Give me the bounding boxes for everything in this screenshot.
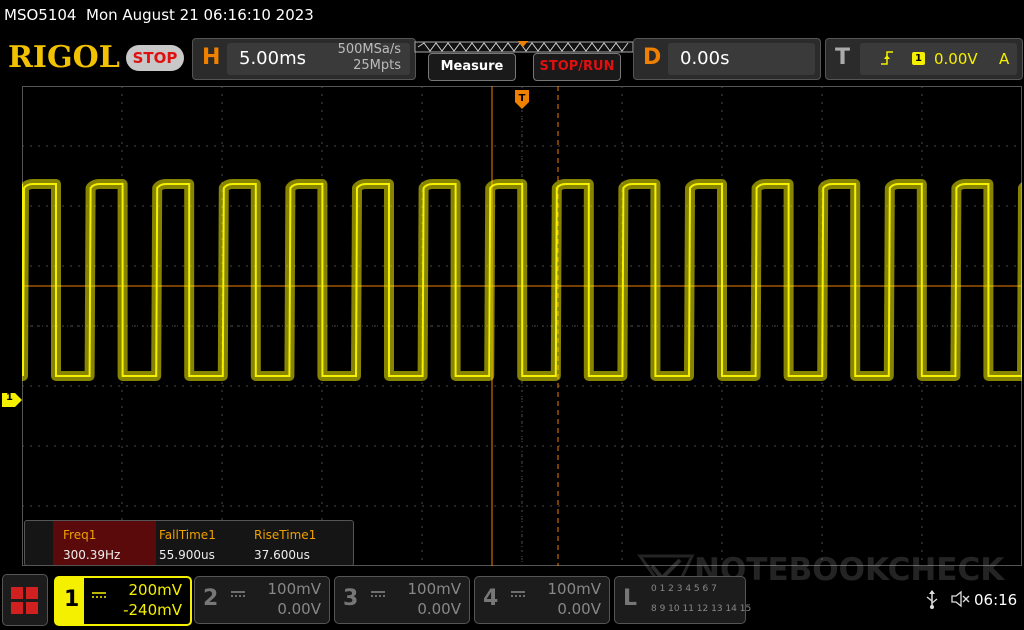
menu-button[interactable] [2,574,48,626]
trigger-marker-icon[interactable]: T [515,90,529,110]
memory-overview-graphic [414,41,634,53]
trigger-mode: A [999,50,1010,68]
measurement-value: 37.600us [254,548,310,562]
datetime: Mon August 21 06:16:10 2023 [86,6,314,24]
channel-1-box[interactable]: 1 200mV -240mV [54,576,192,626]
trigger-source: 1 [912,52,925,65]
channel-number: 2 [203,586,219,611]
run-state-badge[interactable]: STOP [126,45,184,71]
channel-scale: 100mV [547,580,601,598]
channel-number: 4 [483,586,499,611]
dc-coupling-icon [371,583,385,602]
measurement-header: RiseTime1 [254,528,317,542]
stop-run-button[interactable]: STOP/RUN [533,53,621,81]
graticule [17,86,1024,566]
timebase-value: 5.00ms [239,48,306,69]
channel-number: 1 [64,587,80,612]
grid-menu-icon [11,587,39,619]
trigger-level: 0.00V [934,50,978,68]
channel-scale: 100mV [267,580,321,598]
horizontal-letter: H [202,45,221,70]
channel-1-offset-marker[interactable]: 1 [2,392,22,407]
title-bar: MSO5104 Mon August 21 06:16:10 2023 [0,0,1024,34]
measurement-value: 300.39Hz [63,548,121,562]
svg-text:T: T [519,93,526,104]
measure-button[interactable]: Measure [428,53,516,81]
channel-offset: 0.00V [557,600,601,618]
waveform-display[interactable] [17,86,1024,566]
clock-time: 06:16 [974,591,1018,609]
channel-offset: 0.00V [277,600,321,618]
usb-icon [925,589,939,613]
dc-coupling-icon [92,584,106,603]
channel-1-marker-label: 1 [6,392,13,403]
title-text: MSO5104 Mon August 21 06:16:10 2023 [4,6,314,24]
delay-panel[interactable]: D 0.00s [633,38,821,80]
delay-value: 0.00s [680,48,730,69]
logic-row-1: 0 1 2 3 4 5 6 7 [651,584,717,594]
horizontal-panel[interactable]: H 5.00ms 500MSa/s 25Mpts [192,38,416,80]
model-name: MSO5104 [4,6,77,24]
channel-4-box[interactable]: 4 100mV 0.00V [474,576,610,624]
channel-number: 3 [343,586,359,611]
speaker-muted-icon[interactable] [950,590,970,612]
logic-letter: L [623,586,638,611]
channel-offset: 0.00V [417,600,461,618]
sample-rate: 500MSa/s [337,42,401,57]
memory-depth: 25Mpts [353,58,401,73]
measurement-panel[interactable]: Freq1 300.39Hz FallTime1 55.900us RiseTi… [24,520,354,566]
channel-3-box[interactable]: 3 100mV 0.00V [334,576,470,624]
channel-scale: 200mV [128,581,182,599]
dc-coupling-icon [511,583,525,602]
channel-scale: 100mV [407,580,461,598]
measurement-value: 55.900us [159,548,215,562]
delay-letter: D [643,45,662,70]
channel-offset: -240mV [123,601,182,619]
measurement-header: Freq1 [63,528,97,542]
trigger-panel[interactable]: T 1 0.00V A [825,38,1023,80]
rising-edge-icon [880,50,894,70]
trigger-letter: T [835,45,851,70]
dc-coupling-icon [231,583,245,602]
channel-2-box[interactable]: 2 100mV 0.00V [194,576,330,624]
logic-channel-box[interactable]: L 0 1 2 3 4 5 6 7 8 9 10 11 12 13 14 15 [614,576,751,624]
measurement-header: FallTime1 [159,528,216,542]
rigol-logo: RIGOL [8,40,120,75]
logic-row-2: 8 9 10 11 12 13 14 15 [651,604,752,614]
memory-overview-bar[interactable] [414,38,634,53]
